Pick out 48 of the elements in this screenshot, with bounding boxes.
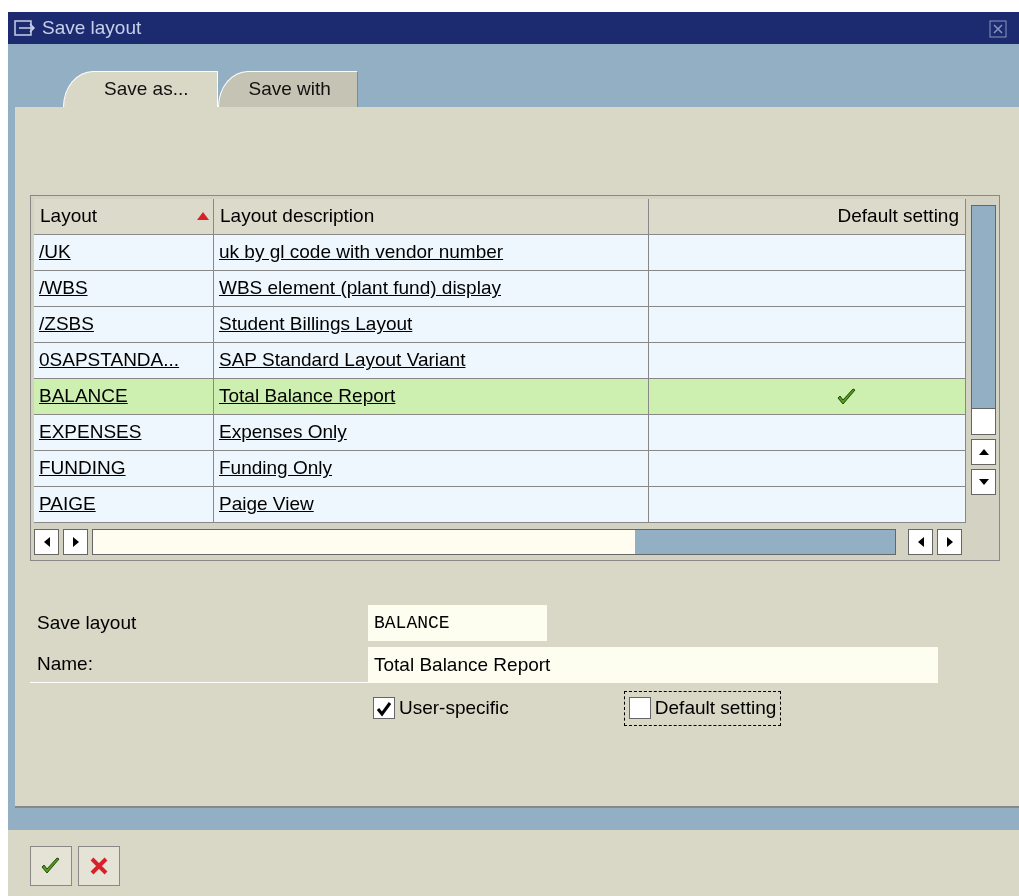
scroll-right-button[interactable] <box>937 529 962 555</box>
input-field[interactable]: Total Balance Report <box>368 647 938 683</box>
checkbox[interactable]: User-specific <box>368 691 514 726</box>
table-cell[interactable]: PAIGE <box>34 487 214 523</box>
table-cell[interactable]: Total Balance Report <box>214 379 649 415</box>
table-cell[interactable]: EXPENSES <box>34 415 214 451</box>
scroll-left-button[interactable] <box>34 529 59 555</box>
table-cell[interactable]: Expenses Only <box>214 415 649 451</box>
confirm-button[interactable] <box>30 846 72 886</box>
scrollbar-track[interactable] <box>92 529 896 555</box>
tab[interactable]: Save as... <box>63 71 218 107</box>
table-cell[interactable]: 0SAPSTANDA... <box>34 343 214 379</box>
cancel-button[interactable] <box>78 846 120 886</box>
scroll-up-button[interactable] <box>971 439 996 465</box>
table-cell[interactable]: Paige View <box>214 487 649 523</box>
field-label: Save layout <box>36 610 138 635</box>
column-header[interactable]: Layout <box>34 199 214 235</box>
table-cell[interactable]: /UK <box>34 235 214 271</box>
scroll-down-button[interactable] <box>971 469 996 495</box>
column-header[interactable]: Layout description <box>214 199 649 235</box>
checkbox[interactable]: Default setting <box>623 691 782 726</box>
table-cell[interactable]: Funding Only <box>214 451 649 487</box>
table-cell[interactable]: /WBS <box>34 271 214 307</box>
table-cell[interactable]: SAP Standard Layout Variant <box>214 343 649 379</box>
scroll-right-button[interactable] <box>63 529 88 555</box>
table-cell[interactable]: /ZSBS <box>34 307 214 343</box>
scrollbar-thumb[interactable] <box>635 530 895 554</box>
right-arrow-icon <box>944 536 955 548</box>
table-cell[interactable]: BALANCE <box>34 379 214 415</box>
close-icon[interactable] <box>989 19 1007 38</box>
down-arrow-icon <box>977 477 990 487</box>
table-cell[interactable]: uk by gl code with vendor number <box>214 235 649 271</box>
table-cell[interactable]: Student Billings Layout <box>214 307 649 343</box>
input-field[interactable]: BALANCE <box>368 605 547 641</box>
scrollbar-track[interactable] <box>971 205 996 435</box>
cross-icon <box>88 855 110 877</box>
table-cell[interactable]: FUNDING <box>34 451 214 487</box>
tab[interactable]: Save with <box>217 71 358 107</box>
scrollbar-thumb[interactable] <box>972 408 995 434</box>
window-title: Save layout <box>42 15 142 40</box>
column-header[interactable]: Default setting <box>649 199 966 235</box>
field-label: Name: <box>30 647 368 683</box>
right-arrow-icon <box>70 536 81 548</box>
tick-icon <box>375 699 393 717</box>
window-icon <box>14 18 36 38</box>
table-cell[interactable]: WBS element (plant fund) display <box>214 271 649 307</box>
up-arrow-icon <box>977 447 990 457</box>
scroll-left-button[interactable] <box>908 529 933 555</box>
